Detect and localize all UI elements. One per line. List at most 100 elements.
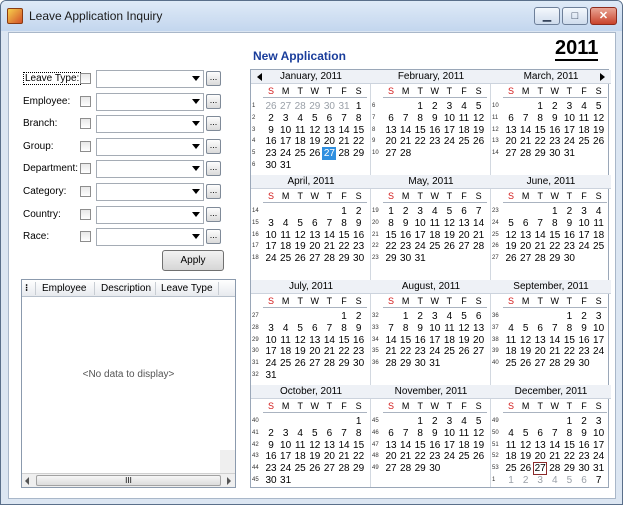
calendar-day[interactable]: 30 xyxy=(428,462,442,475)
calendar-day[interactable]: 28 xyxy=(337,147,351,160)
maximize-button[interactable]: □ xyxy=(562,7,588,25)
calendar-day[interactable]: 25 xyxy=(442,345,456,358)
filter-combo-department[interactable] xyxy=(96,160,204,179)
column-employee[interactable]: Employee xyxy=(42,283,86,294)
calendar-day[interactable]: 30 xyxy=(352,357,366,370)
calendar-day[interactable]: 26 xyxy=(293,252,307,265)
calendar-day[interactable]: 26 xyxy=(592,135,606,148)
calendar-day[interactable]: 25 xyxy=(428,240,442,253)
apply-button[interactable]: Apply xyxy=(162,250,224,271)
dropdown-arrow-icon[interactable] xyxy=(192,234,200,240)
calendar-day[interactable]: 26 xyxy=(308,462,322,475)
filter-combo-branch[interactable] xyxy=(96,115,204,134)
calendar-day[interactable]: 29 xyxy=(352,462,366,475)
calendar-day[interactable]: 26 xyxy=(457,345,471,358)
calendar-day[interactable]: 28 xyxy=(399,147,413,160)
calendar-day[interactable]: 25 xyxy=(279,357,293,370)
new-application-link[interactable]: New Application xyxy=(253,49,346,63)
calendar-day[interactable]: 26 xyxy=(519,357,533,370)
calendar-day[interactable]: 30 xyxy=(413,357,427,370)
calendar-day[interactable]: 24 xyxy=(264,252,278,265)
calendar-day[interactable]: 29 xyxy=(548,252,562,265)
calendar-day[interactable]: 27 xyxy=(322,147,337,161)
calendar-day[interactable]: 27 xyxy=(472,345,486,358)
minimize-button[interactable]: ▁ xyxy=(534,7,560,25)
year-calendar[interactable]: January, 2011 S M T W T F S 1 26 27 28 29 30 31 1 2 2 3 4 5 6… xyxy=(250,69,611,488)
calendar-day[interactable]: 30 xyxy=(352,252,366,265)
calendar-day[interactable]: 28 xyxy=(519,147,533,160)
calendar-day[interactable]: 28 xyxy=(399,462,413,475)
filter-combo-group[interactable] xyxy=(96,137,204,156)
calendar-day[interactable]: 4 xyxy=(548,474,562,487)
calendar-day[interactable]: 27 xyxy=(384,147,398,160)
calendar-day[interactable]: 26 xyxy=(293,357,307,370)
calendar-day[interactable]: 30 xyxy=(562,252,576,265)
calendar-day[interactable]: 27 xyxy=(533,357,547,370)
calendar-day[interactable]: 29 xyxy=(562,357,576,370)
filter-browse-country[interactable]: ... xyxy=(206,206,221,222)
calendar-day[interactable]: 2 xyxy=(519,474,533,487)
calendar-day[interactable]: 29 xyxy=(399,357,413,370)
calendar-day[interactable]: 31 xyxy=(562,147,576,160)
calendar-day[interactable]: 1 xyxy=(504,474,518,487)
calendar-day[interactable]: 28 xyxy=(322,357,336,370)
title-bar[interactable]: Leave Application Inquiry ▁ □ ✕ xyxy=(1,1,622,31)
calendar-day[interactable]: 24 xyxy=(442,450,456,463)
dropdown-arrow-icon[interactable] xyxy=(192,143,200,149)
calendar-day[interactable]: 25 xyxy=(279,252,293,265)
filter-checkbox-branch[interactable] xyxy=(80,118,91,130)
calendar-day[interactable]: 22 xyxy=(413,135,427,148)
dropdown-arrow-icon[interactable] xyxy=(192,98,200,104)
dropdown-arrow-icon[interactable] xyxy=(192,211,200,217)
calendar-day[interactable]: 29 xyxy=(337,252,351,265)
calendar-day[interactable]: 25 xyxy=(504,357,518,370)
filter-checkbox-leave-type[interactable] xyxy=(80,73,91,84)
horizontal-scrollbar[interactable]: III xyxy=(22,473,235,487)
column-description[interactable]: Description xyxy=(101,283,151,294)
filter-browse-category[interactable]: ... xyxy=(206,184,221,199)
calendar-day[interactable]: 24 xyxy=(592,345,606,358)
column-leave-type[interactable]: Leave Type xyxy=(161,283,213,294)
filter-checkbox-employee[interactable] xyxy=(80,95,91,107)
calendar-day[interactable]: 28 xyxy=(472,240,486,253)
calendar-day[interactable]: 29 xyxy=(384,252,398,265)
filter-combo-employee[interactable] xyxy=(96,92,204,111)
calendar-day[interactable]: 27 xyxy=(519,252,533,265)
next-month-icon[interactable] xyxy=(600,73,605,81)
calendar-day[interactable]: 30 xyxy=(264,474,278,487)
calendar-day[interactable]: 26 xyxy=(442,240,456,253)
calendar-day[interactable]: 27 xyxy=(504,147,518,160)
scroll-left-icon[interactable] xyxy=(25,477,29,485)
column-chooser-icon[interactable]: ⁝ xyxy=(25,283,28,294)
filter-browse-race[interactable]: ... xyxy=(206,229,221,245)
dropdown-arrow-icon[interactable] xyxy=(192,76,200,81)
filter-browse-group[interactable]: ... xyxy=(206,138,221,154)
calendar-day[interactable]: 31 xyxy=(279,159,293,172)
filter-checkbox-group[interactable] xyxy=(80,140,91,152)
calendar-day[interactable]: 30 xyxy=(577,357,591,370)
calendar-day[interactable]: 27 xyxy=(322,462,336,475)
calendar-day[interactable]: 30 xyxy=(264,159,278,172)
calendar-day[interactable]: 29 xyxy=(337,357,351,370)
filter-browse-branch[interactable]: ... xyxy=(206,116,221,132)
calendar-day[interactable]: 30 xyxy=(399,252,413,265)
filter-browse-department[interactable]: ... xyxy=(206,161,221,177)
calendar-day[interactable]: 27 xyxy=(308,252,322,265)
calendar-day[interactable]: 31 xyxy=(413,252,427,265)
filter-combo-leave-type[interactable] xyxy=(96,70,204,88)
calendar-day[interactable]: 24 xyxy=(577,240,591,253)
dropdown-arrow-icon[interactable] xyxy=(192,189,200,194)
calendar-day[interactable]: 31 xyxy=(428,357,442,370)
results-grid[interactable]: ⁝ Employee Description Leave Type <No da… xyxy=(21,279,236,488)
filter-combo-category[interactable] xyxy=(96,183,204,201)
calendar-day[interactable]: 24 xyxy=(442,135,456,148)
filter-combo-race[interactable] xyxy=(96,228,204,247)
calendar-day[interactable]: 7 xyxy=(592,474,606,487)
scroll-thumb[interactable]: III xyxy=(36,475,221,486)
calendar-day[interactable]: 25 xyxy=(457,450,471,463)
filter-combo-country[interactable] xyxy=(96,205,204,224)
calendar-day[interactable]: 28 xyxy=(384,357,398,370)
calendar-day[interactable]: 28 xyxy=(322,252,336,265)
calendar-day[interactable]: 26 xyxy=(308,147,322,160)
calendar-day[interactable]: 29 xyxy=(352,147,366,160)
